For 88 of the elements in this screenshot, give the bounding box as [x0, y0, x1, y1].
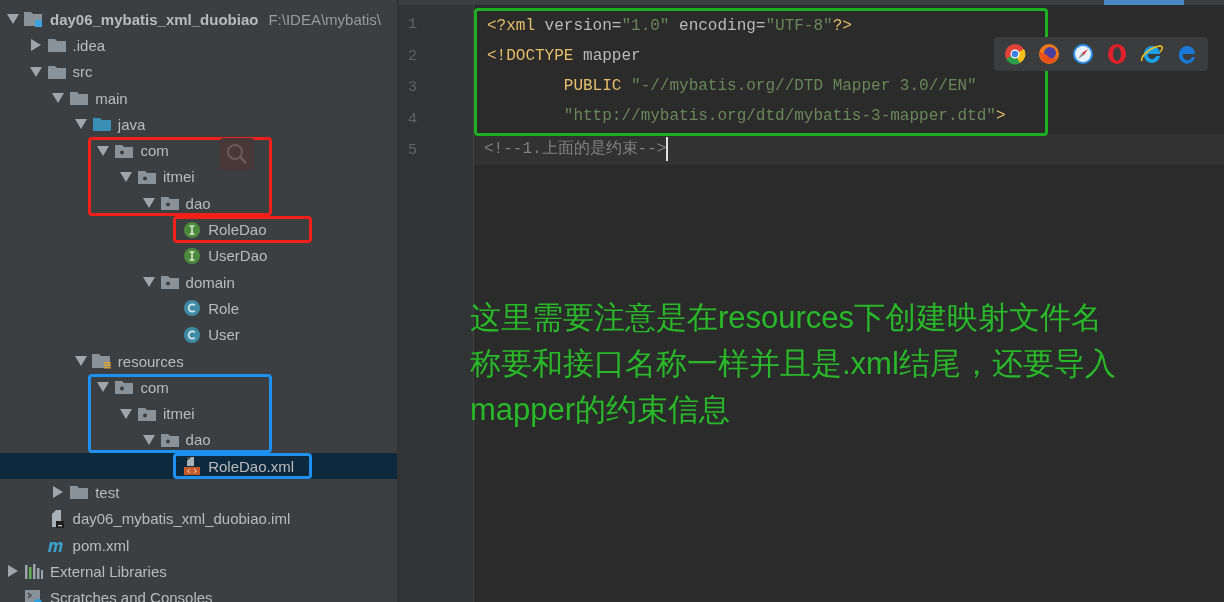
- folder-icon: [91, 116, 112, 133]
- tree-item-label: resources: [116, 352, 184, 370]
- tree-item[interactable]: dao: [139, 430, 211, 449]
- tree-item-label: com: [139, 378, 169, 396]
- annotation-note: 这里需要注意是在resources下创建映射文件名称要和接口名称一样并且是.xml结尾，还要导入mapper的约束信息: [470, 299, 1117, 429]
- tree-item[interactable]: Role: [180, 299, 240, 318]
- code-line: "http://mybatis.org/dtd/mybatis-3-mapper.dtd">: [562, 106, 1006, 127]
- tree-item[interactable]: day06_mybatis_xml_duobiao F:\IDEA\mybatis\: [4, 10, 381, 29]
- code-line: <!DOCTYPE mapper: [487, 46, 641, 67]
- tree-item[interactable]: day06_mybatis_xml_duobiao.iml: [44, 509, 291, 528]
- expand-arrow-icon[interactable]: [120, 171, 132, 182]
- tree-item-label: .idea: [71, 36, 106, 54]
- tree-item[interactable]: domain: [139, 273, 235, 292]
- tree-item[interactable]: External Libraries: [4, 562, 167, 581]
- tree-item[interactable]: com: [94, 141, 169, 160]
- tree-item[interactable]: dao: [139, 194, 211, 213]
- tree-item[interactable]: .idea: [26, 36, 106, 55]
- expand-arrow-icon[interactable]: [29, 66, 42, 77]
- tree-item-label: dao: [184, 194, 211, 212]
- tree-item-label: pom.xml: [71, 536, 130, 554]
- tree-item[interactable]: src: [26, 62, 93, 81]
- tree-item-label: UserDao: [207, 247, 268, 265]
- expand-arrow-icon[interactable]: [7, 14, 19, 25]
- tree-item[interactable]: User: [180, 325, 240, 344]
- expand-arrow-icon[interactable]: [74, 119, 87, 130]
- project-path: F:\IDEA\mybatis\: [267, 10, 381, 28]
- interface-icon: [183, 220, 202, 239]
- folder-icon: [46, 63, 67, 80]
- libraries-icon: [24, 562, 44, 581]
- tree-item-label: domain: [184, 273, 235, 291]
- tree-item[interactable]: java: [71, 115, 146, 134]
- tree-item-label: day06_mybatis_xml_duobiao.iml: [71, 510, 291, 528]
- tree-item[interactable]: test: [49, 483, 120, 502]
- tree-item[interactable]: pom.xml: [44, 536, 130, 555]
- tree-item-label: test: [94, 484, 120, 501]
- tree-item-label: External Libraries: [49, 562, 167, 580]
- expand-arrow-icon[interactable]: [142, 434, 155, 445]
- tree-item-label: itmei: [162, 405, 195, 423]
- tree-item-label: src: [71, 63, 93, 81]
- expand-arrow-icon[interactable]: [97, 382, 110, 393]
- tree-item-label: day06_mybatis_xml_duobiao: [49, 10, 259, 28]
- compass-icon[interactable]: [1072, 43, 1094, 65]
- xml-file-icon: [182, 456, 203, 477]
- browser-icon[interactable]: [1140, 43, 1164, 65]
- tree-item[interactable]: itmei: [117, 404, 195, 423]
- package-icon: [137, 168, 157, 185]
- tree-item[interactable]: itmei: [117, 167, 195, 186]
- package-icon: [114, 379, 135, 396]
- tree-item-label: main: [94, 89, 128, 107]
- tree-item-label: dao: [184, 431, 211, 449]
- tree-item-label: Role: [207, 299, 240, 317]
- package-icon: [159, 431, 180, 448]
- tree-item-label: java: [116, 115, 146, 133]
- project-folder-icon: [23, 10, 45, 29]
- tree-item-label: User: [207, 326, 240, 344]
- tree-item-label: com: [139, 142, 169, 160]
- folder-icon: [46, 37, 67, 54]
- tree-item[interactable]: main: [49, 89, 128, 108]
- collapse-arrow-icon[interactable]: [30, 39, 41, 52]
- expand-arrow-icon[interactable]: [142, 277, 155, 288]
- tree-item[interactable]: UserDao: [180, 246, 268, 265]
- class-icon: [183, 325, 202, 344]
- expand-arrow-icon[interactable]: [97, 145, 110, 156]
- code-line: <?xml version="1.0" encoding="UTF-8"?>: [487, 16, 852, 37]
- package-icon: [114, 142, 135, 159]
- browser-icon[interactable]: [1004, 43, 1026, 65]
- folder-icon: [69, 484, 90, 501]
- expand-arrow-icon[interactable]: [52, 93, 65, 104]
- browser-icon[interactable]: [1038, 43, 1060, 65]
- code-line: PUBLIC "-//mybatis.org//DTD Mapper 3.0//EN": [562, 76, 977, 97]
- interface-icon: [183, 246, 202, 265]
- tree-item[interactable]: com: [94, 378, 169, 397]
- tree-item[interactable]: resources: [71, 352, 184, 370]
- tree-item[interactable]: RoleDao: [180, 220, 267, 239]
- folder-icon: [69, 90, 90, 107]
- resource-folder-icon: [90, 352, 113, 370]
- tree-item-label: RoleDao.xml: [207, 457, 295, 475]
- tree-item-label: RoleDao: [207, 221, 267, 238]
- package-icon: [137, 405, 157, 422]
- package-icon: [159, 274, 180, 291]
- expand-arrow-icon[interactable]: [142, 198, 155, 209]
- expand-arrow-icon[interactable]: [74, 356, 87, 366]
- collapse-arrow-icon[interactable]: [53, 486, 64, 499]
- tree-item-label: itmei: [162, 168, 195, 186]
- package-icon: [159, 195, 180, 212]
- expand-arrow-icon[interactable]: [120, 408, 132, 419]
- class-icon: [183, 299, 202, 318]
- collapse-arrow-icon[interactable]: [8, 565, 18, 578]
